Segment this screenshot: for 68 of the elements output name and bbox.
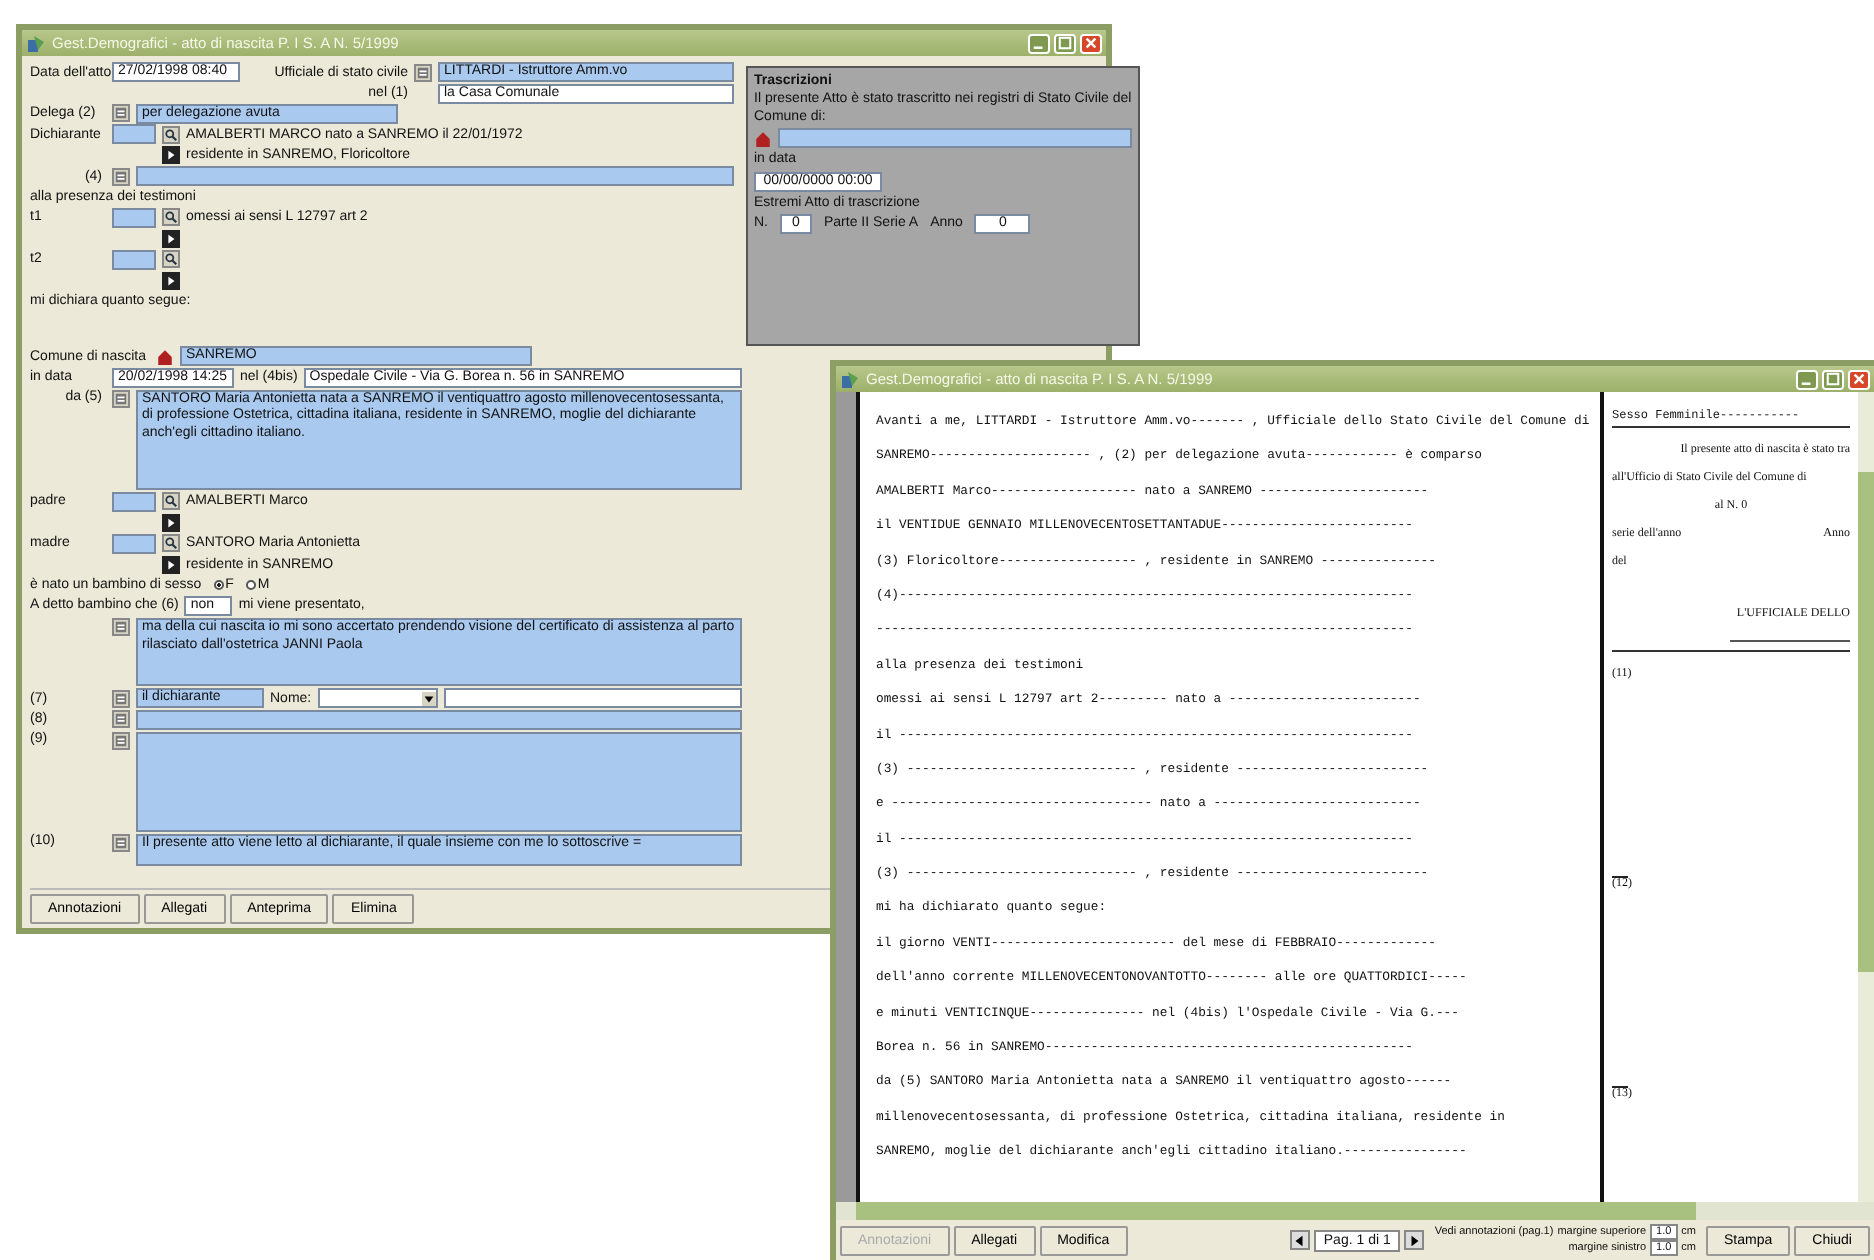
maximize-icon [1826,372,1840,386]
play-icon [164,148,178,163]
list-icon [114,835,128,850]
arrow-button[interactable] [162,146,180,165]
arrow-button[interactable] [162,555,180,574]
code-field[interactable] [112,249,156,270]
list-icon [114,712,128,727]
play-icon [164,515,178,530]
search-button[interactable] [162,534,180,553]
search-button[interactable] [162,208,180,227]
notes-button[interactable] [112,389,130,408]
close-icon [1084,36,1098,50]
horizontal-scrollbar[interactable] [836,1202,1874,1220]
note-field[interactable] [136,709,742,730]
municipality-field[interactable] [778,128,1132,149]
maximize-icon [1058,36,1072,50]
notes-button[interactable] [112,689,130,708]
notes-button[interactable] [112,833,130,852]
notes-button[interactable] [414,63,432,82]
close-button[interactable] [1848,369,1870,389]
code-field[interactable] [112,124,156,145]
search-icon [164,494,178,509]
list-icon [114,106,128,121]
search-icon [164,252,178,267]
notes-button[interactable] [112,710,130,729]
search-button[interactable] [162,492,180,511]
notes-button[interactable] [112,618,130,637]
search-icon [164,210,178,225]
list-icon [416,65,430,80]
notes-button[interactable] [112,167,130,186]
house-icon [754,129,772,148]
app-icon [840,369,860,389]
left-triangle-icon [1292,1233,1307,1247]
code-field[interactable] [112,207,156,228]
caret-icon [421,691,436,706]
name-dropdown[interactable] [317,688,438,709]
search-icon [164,127,178,142]
list-icon [114,691,128,706]
close-button[interactable] [1080,33,1102,53]
vertical-scrollbar[interactable] [1858,392,1874,1202]
right-triangle-icon [1407,1233,1422,1247]
play-icon [164,273,178,288]
list-icon [114,169,128,184]
minimize-button[interactable] [1028,33,1050,53]
maximize-button[interactable] [1822,369,1844,389]
code-field[interactable] [112,533,156,554]
arrow-button[interactable] [162,229,180,248]
text-field[interactable] [443,688,742,709]
list-icon [114,620,128,635]
arrow-button[interactable] [162,513,180,532]
search-button[interactable] [162,250,180,269]
close-icon [1852,372,1866,386]
app-icon [26,33,46,53]
notes-button[interactable] [112,731,130,750]
note-field[interactable] [136,166,734,187]
search-button[interactable] [162,125,180,144]
play-icon [164,557,178,572]
previous-page-button[interactable] [1289,1230,1310,1250]
list-icon [114,733,128,748]
minimize-button[interactable] [1796,369,1818,389]
search-icon [164,536,178,551]
arrow-button[interactable] [162,271,180,290]
maximize-button[interactable] [1054,33,1076,53]
play-icon [164,231,178,246]
notes-button[interactable] [112,104,130,123]
next-page-button[interactable] [1404,1230,1425,1250]
list-icon [114,391,128,406]
code-field[interactable] [112,491,156,512]
